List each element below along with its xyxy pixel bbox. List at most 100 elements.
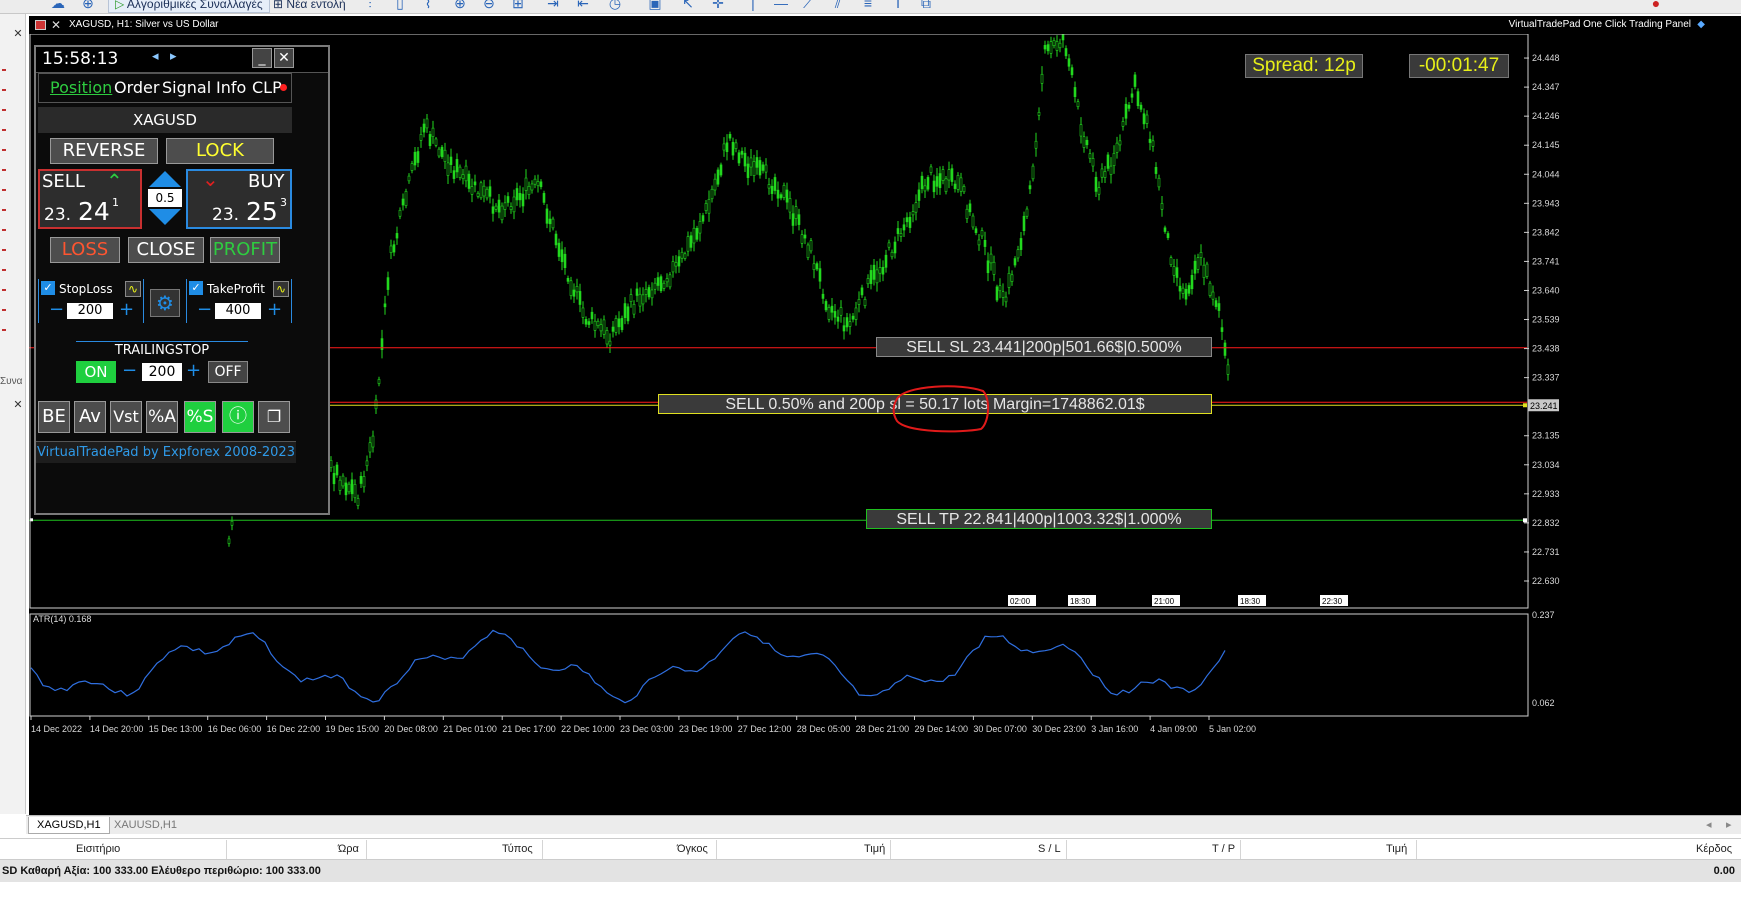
trailing-off-button[interactable]: OFF [208,361,248,383]
candle-body [362,476,366,488]
trailing-minus-button[interactable]: − [122,360,137,381]
trendline-icon[interactable]: ⟋ [800,0,816,11]
horizontal-line-icon[interactable]: — [773,0,789,11]
tabs-right-arrow-icon[interactable]: ▸ [1726,818,1732,831]
tab-xagusd-h1[interactable]: XAGUSD,H1 [28,817,110,834]
zoom-in-icon[interactable]: ⊕ [452,0,468,11]
col-current-price[interactable]: Τιμή [1386,843,1407,855]
takeprofit-plus-button[interactable]: + [267,300,282,320]
text-tool-icon[interactable]: T [890,0,906,11]
channel-icon[interactable]: ⫽ [830,0,846,11]
grid-icon[interactable]: ⊞ [510,0,526,11]
tabs-left-arrow-icon[interactable]: ◂ [1706,818,1712,831]
price-tick-label: 22.933 [1532,489,1560,499]
panel-footer: VirtualTradePad by Expforex 2008-2023 [36,441,296,463]
breakeven-button[interactable]: BE [38,401,70,433]
vertical-line-icon[interactable]: | [745,0,761,11]
price-tick-label: 24.347 [1532,82,1560,92]
sl-line-label[interactable]: SELL SL 23.441|200p|501.66$|0.500% [876,337,1212,357]
chart-shift-icon[interactable]: ⇤ [575,0,591,11]
lot-increase-button[interactable] [149,171,181,187]
periods-icon[interactable]: ◷ [607,0,623,11]
lock-button[interactable]: LOCK [166,138,274,164]
trailing-input[interactable]: 200 [142,363,182,381]
autoscroll-icon[interactable]: ⇥ [545,0,561,11]
crosshair-icon[interactable]: ✛ [710,0,726,11]
line-chart-icon[interactable]: ⌇ [420,0,436,11]
next-arrow-icon[interactable]: ▸ [170,49,177,64]
info-icon[interactable]: ⓘ [222,401,254,433]
strip-marker [2,109,6,111]
new-order-button[interactable]: ⊞ Νέα εντολή [266,0,353,13]
fibonacci-icon[interactable]: ≡ [860,0,876,11]
candle-body [1223,342,1227,356]
stoploss-checkbox[interactable]: ✓ [41,281,55,295]
col-sl[interactable]: S / L [1038,843,1061,855]
close-panel-button[interactable]: ✕ [274,48,294,68]
candle-body [467,173,471,189]
tp-line-label[interactable]: SELL TP 22.841|400p|1003.32$|1.000% [866,509,1212,529]
virtual-stop-button[interactable]: Vst [110,401,142,433]
candle-body [782,185,786,198]
shapes-icon[interactable]: ⧉ [918,0,934,11]
percent-s-button[interactable]: %S [184,401,216,433]
tab-order[interactable]: Order [114,78,159,97]
col-volume[interactable]: Όγκος [677,843,708,855]
tab-xauusd-h1[interactable]: XAUUSD,H1 [106,817,185,834]
candle-body [335,464,339,476]
buy-button[interactable]: ⌄ BUY 23. 25 3 [186,167,292,229]
stoploss-minus-button[interactable]: − [49,300,64,320]
cursor-icon[interactable]: ↖ [680,0,696,11]
candle-body [1181,287,1185,294]
candle-body [1166,233,1170,238]
algo-trading-label: Αλγοριθμικές Συναλλαγές [126,0,263,11]
algo-trading-button[interactable]: ▷ Αλγοριθμικές Συναλλαγές [108,0,270,13]
candlestick-icon[interactable]: ▯ [392,0,408,11]
tab-clp[interactable]: CLP [252,78,282,97]
takeprofit-checkbox[interactable]: ✓ [189,281,203,295]
reverse-button[interactable]: REVERSE [50,138,158,164]
close-profit-button[interactable]: PROFIT [210,237,280,263]
clp-status-dot [280,84,287,91]
notification-icon[interactable]: ● [1648,0,1664,11]
col-price[interactable]: Τιμή [864,843,885,855]
candle-body [1070,67,1074,76]
trailing-on-button[interactable]: ON [76,361,116,383]
candle-body [857,299,861,305]
candle-body [410,163,414,171]
candle-body [1160,203,1164,210]
market-icon[interactable]: ⊕ [80,0,96,11]
col-profit[interactable]: Κέρδος [1696,843,1732,855]
restore-window-icon[interactable]: ❐ [258,401,290,433]
takeprofit-mode-icon[interactable]: ∿ [273,281,289,297]
col-time[interactable]: Ώρα [338,843,359,855]
cloud-icon[interactable]: ☁ [50,0,66,11]
close-all-button[interactable]: CLOSE [128,237,204,263]
average-button[interactable]: Av [74,401,106,433]
stoploss-plus-button[interactable]: + [119,300,134,320]
close-loss-button[interactable]: LOSS [50,237,120,263]
stoploss-input[interactable]: 200 [67,303,113,319]
percent-a-button[interactable]: %A [146,401,178,433]
screenshot-icon[interactable]: ▣ [647,0,663,11]
bar-chart-icon[interactable]: ⫶ [362,0,378,11]
prev-arrow-icon[interactable]: ◂ [152,49,159,64]
stoploss-mode-icon[interactable]: ∿ [125,281,141,297]
trailing-plus-button[interactable]: + [186,360,201,381]
takeprofit-input[interactable]: 400 [215,303,261,319]
col-tp[interactable]: T / P [1212,843,1235,855]
zoom-out-icon[interactable]: ⊖ [481,0,497,11]
takeprofit-minus-button[interactable]: − [197,300,212,320]
tab-signal[interactable]: Signal [162,78,211,97]
settings-gear-icon[interactable]: ⚙ [150,289,180,317]
close-icon[interactable]: ✕ [12,399,24,411]
sell-button[interactable]: SELL ⌃ 23. 24 1 [38,169,142,229]
tab-info[interactable]: Info [216,78,246,97]
col-ticket[interactable]: Εισιτήριο [76,843,120,855]
minimize-button[interactable]: _ [252,48,272,68]
lot-input[interactable]: 0.5 [148,189,182,207]
close-icon[interactable]: ✕ [12,28,24,40]
lot-decrease-button[interactable] [149,209,181,225]
col-type[interactable]: Τύπος [502,843,533,855]
tab-position[interactable]: Position [50,78,112,97]
